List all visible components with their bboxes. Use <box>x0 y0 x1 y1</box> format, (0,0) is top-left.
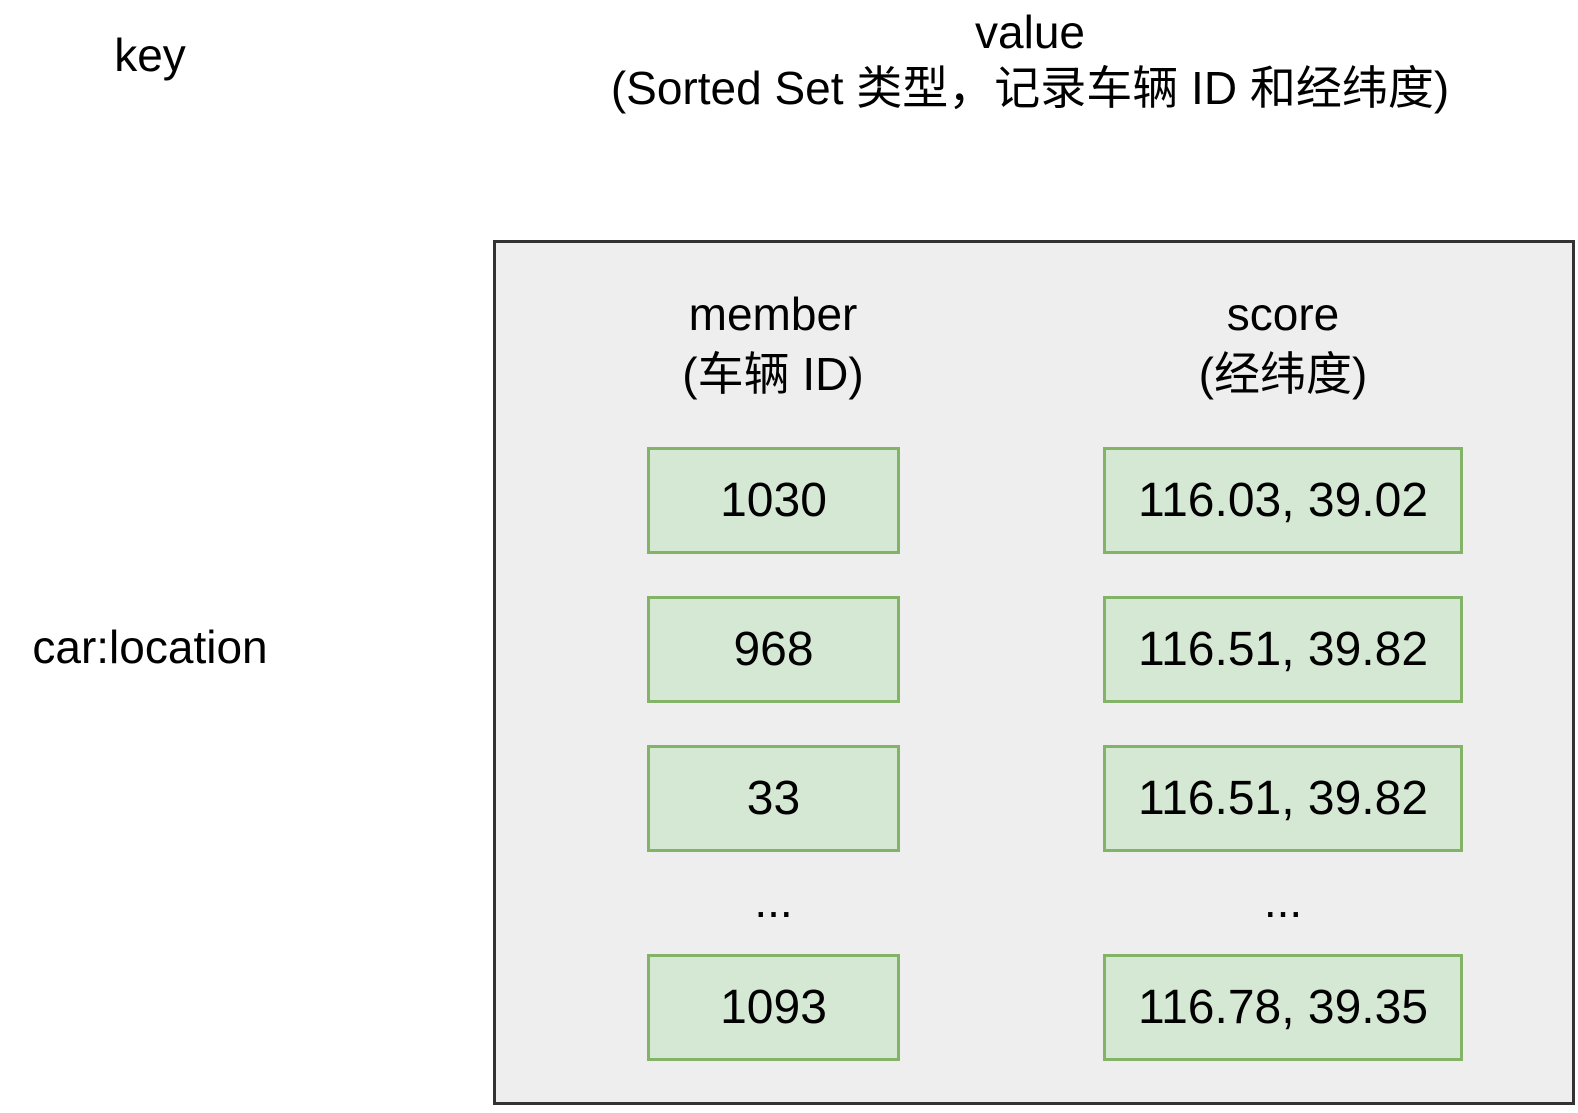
member-header-line2: (车辆 ID) <box>682 348 864 400</box>
member-cell: 968 <box>647 596 900 703</box>
score-cell: 116.51, 39.82 <box>1103 745 1463 852</box>
value-column-title: value (Sorted Set 类型，记录车辆 ID 和经纬度) <box>540 4 1520 116</box>
score-header-line2: (经纬度) <box>1198 348 1368 400</box>
member-cell: 1093 <box>647 954 900 1061</box>
score-ellipsis: ... <box>1263 875 1303 927</box>
value-title-line2: (Sorted Set 类型，记录车辆 ID 和经纬度) <box>610 62 1450 114</box>
member-ellipsis: ... <box>754 875 793 927</box>
score-cell: 116.51, 39.82 <box>1103 596 1463 703</box>
value-title-line1: value <box>975 6 1085 58</box>
key-name: car:location <box>32 621 268 673</box>
member-cell: 33 <box>647 745 900 852</box>
score-cell: 116.78, 39.35 <box>1103 954 1463 1061</box>
member-cell: 1030 <box>647 447 900 554</box>
key-column-label: key <box>114 29 186 81</box>
score-cell: 116.03, 39.02 <box>1103 447 1463 554</box>
score-column-header: score (经纬度) <box>1133 284 1433 404</box>
score-header-line1: score <box>1226 288 1340 340</box>
member-header-line1: member <box>688 288 858 340</box>
member-column-header: member (车辆 ID) <box>623 284 923 404</box>
